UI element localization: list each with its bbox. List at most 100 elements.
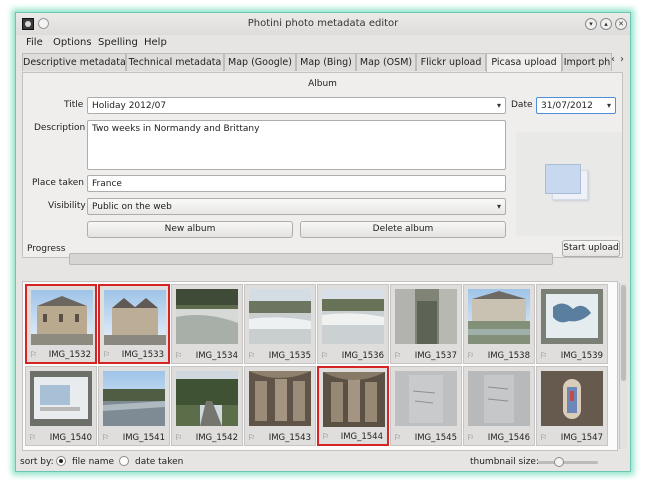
photo-preview	[176, 289, 238, 344]
description-field[interactable]: Two weeks in Normandy and Brittany	[87, 120, 506, 170]
thumbnail-img-1536[interactable]: ⚐ IMG_1536	[317, 284, 389, 364]
scrollbar-handle[interactable]	[621, 285, 626, 381]
tab-flickr-upload[interactable]: Flickr upload	[416, 53, 486, 71]
tab-map-google[interactable]: Map (Google)	[224, 53, 296, 71]
flag-icon: ⚐	[394, 433, 402, 442]
thumbnail-label: IMG_1540	[49, 433, 92, 443]
visibility-dropdown-icon[interactable]: ▾	[497, 202, 501, 211]
tab-map-bing[interactable]: Map (Bing)	[296, 53, 356, 71]
flag-icon: ⚐	[394, 351, 402, 360]
flag-icon: ⚐	[467, 351, 475, 360]
thumbnail-label: IMG_1547	[560, 433, 603, 443]
photo-preview	[395, 371, 457, 426]
slider-knob[interactable]	[554, 457, 564, 467]
thumbnail-img-1547[interactable]: ⚐ IMG_1547	[536, 366, 608, 446]
sort-date-taken-label: date taken	[135, 457, 184, 467]
sort-label: sort by:	[20, 457, 54, 467]
thumbnail-size-label: thumbnail size:	[470, 457, 539, 467]
tab-technical-metadata[interactable]: Technical metadata	[126, 53, 224, 71]
date-label: Date	[511, 100, 533, 110]
photo-preview	[104, 290, 166, 345]
tab-map-osm[interactable]: Map (OSM)	[356, 53, 416, 71]
start-upload-button[interactable]: Start upload	[562, 240, 620, 257]
thumbnail-scrollbar[interactable]	[619, 283, 627, 449]
menu-file[interactable]: File	[26, 37, 43, 48]
flag-icon: ⚐	[540, 351, 548, 360]
thumbnail-img-1544[interactable]: ⚐ IMG_1544	[317, 366, 389, 446]
thumbnail-label: IMG_1542	[195, 433, 238, 443]
sort-file-name-radio[interactable]	[56, 456, 66, 466]
place-value: France	[92, 179, 122, 189]
photo-preview	[541, 289, 603, 344]
menu-help[interactable]: Help	[144, 37, 167, 48]
photo-preview	[468, 371, 530, 426]
thumbnail-img-1537[interactable]: ⚐ IMG_1537	[390, 284, 462, 364]
close-icon[interactable]: ✕	[615, 18, 627, 30]
title-dropdown-icon[interactable]: ▾	[497, 101, 501, 110]
flag-icon: ⚐	[29, 433, 37, 442]
thumbnail-img-1541[interactable]: ⚐ IMG_1541	[98, 366, 170, 446]
photo-preview	[541, 371, 603, 426]
thumbnail-size-slider[interactable]	[538, 457, 598, 467]
thumbnail-img-1532[interactable]: ⚐ IMG_1532	[25, 284, 97, 364]
new-album-button[interactable]: New album	[87, 221, 293, 238]
thumbnail-img-1540[interactable]: ⚐ IMG_1540	[25, 366, 97, 446]
delete-album-button[interactable]: Delete album	[300, 221, 506, 238]
date-field[interactable]: 31/07/2012 ▾	[536, 97, 616, 114]
photo-preview	[395, 289, 457, 344]
tab-descriptive-metadata[interactable]: Descriptive metadata	[22, 53, 126, 71]
flag-icon: ⚐	[103, 350, 111, 359]
sort-date-taken-radio[interactable]	[119, 456, 129, 466]
thumbnail-img-1533[interactable]: ⚐ IMG_1533	[98, 284, 170, 364]
flag-icon: ⚐	[540, 433, 548, 442]
flag-icon: ⚐	[248, 351, 256, 360]
thumbnail-img-1539[interactable]: ⚐ IMG_1539	[536, 284, 608, 364]
thumbnail-label: IMG_1536	[341, 351, 384, 361]
flag-icon: ⚐	[322, 432, 330, 441]
thumbnail-img-1545[interactable]: ⚐ IMG_1545	[390, 366, 462, 446]
thumbnail-label: IMG_1543	[268, 433, 311, 443]
place-field[interactable]: France	[87, 175, 506, 192]
thumbnail-label: IMG_1537	[414, 351, 457, 361]
thumbnail-img-1534[interactable]: ⚐ IMG_1534	[171, 284, 243, 364]
album-preview	[516, 132, 622, 236]
date-dropdown-icon[interactable]: ▾	[607, 101, 611, 110]
flag-icon: ⚐	[248, 433, 256, 442]
photo-preview	[249, 289, 311, 344]
flag-icon: ⚐	[467, 433, 475, 442]
photo-preview	[176, 371, 238, 426]
visibility-select[interactable]: Public on the web ▾	[87, 198, 506, 215]
thumbnail-img-1538[interactable]: ⚐ IMG_1538	[463, 284, 535, 364]
maximize-icon[interactable]: ▴	[600, 18, 612, 30]
thumbnail-label: IMG_1534	[195, 351, 238, 361]
tab-scroll-right-icon[interactable]: ›	[620, 54, 624, 65]
photo-preview	[468, 289, 530, 344]
menu-spelling[interactable]: Spelling	[98, 37, 138, 48]
thumbnail-img-1543[interactable]: ⚐ IMG_1543	[244, 366, 316, 446]
title-bar: Photini photo metadata editor ▾ ▴ ✕	[16, 13, 630, 35]
menu-options[interactable]: Options	[53, 37, 92, 48]
main-window: Photini photo metadata editor ▾ ▴ ✕ File…	[15, 12, 631, 472]
date-value: 31/07/2012	[541, 101, 593, 111]
thumbnail-label: IMG_1541	[122, 433, 165, 443]
tab-import-photos[interactable]: Import ph	[562, 53, 612, 71]
description-label: Description	[34, 123, 86, 133]
thumbnail-label: IMG_1539	[560, 351, 603, 361]
tab-picasa-upload[interactable]: Picasa upload	[486, 53, 562, 73]
picasa-upload-panel: Album Title Holiday 2012/07 ▾ Date 31/07…	[22, 72, 623, 258]
window-title: Photini photo metadata editor	[247, 18, 399, 29]
tab-scroll-left-icon[interactable]: ‹	[611, 54, 615, 65]
description-value: Two weeks in Normandy and Brittany	[92, 124, 260, 134]
title-field[interactable]: Holiday 2012/07 ▾	[87, 97, 506, 114]
thumbnail-img-1546[interactable]: ⚐ IMG_1546	[463, 366, 535, 446]
photo-preview	[30, 371, 92, 426]
thumbnail-img-1535[interactable]: ⚐ IMG_1535	[244, 284, 316, 364]
minimize-icon[interactable]: ▾	[585, 18, 597, 30]
album-cover-icon	[545, 164, 581, 194]
photo-preview	[249, 371, 311, 426]
flag-icon: ⚐	[175, 433, 183, 442]
flag-icon: ⚐	[102, 433, 110, 442]
thumbnail-label: IMG_1538	[487, 351, 530, 361]
progress-label: Progress	[27, 244, 66, 254]
thumbnail-img-1542[interactable]: ⚐ IMG_1542	[171, 366, 243, 446]
